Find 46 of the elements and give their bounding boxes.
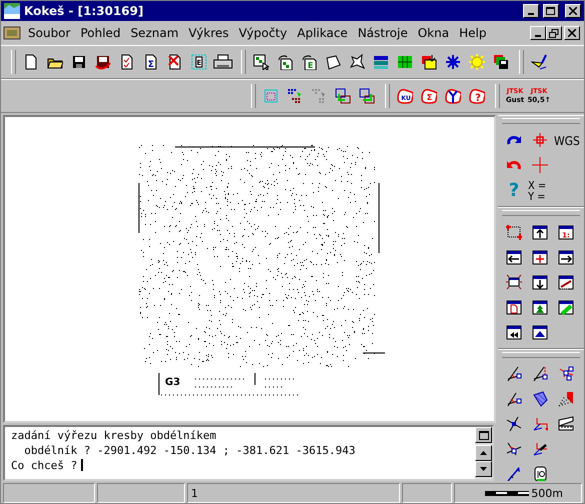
menu-item[interactable]: Výpočty	[234, 26, 292, 40]
y-coordinate-label: Y =	[528, 190, 546, 202]
menu-item[interactable]: Nástroje	[352, 26, 413, 40]
drawing-canvas[interactable]: G3	[3, 115, 496, 423]
toolbar-handle[interactable]	[385, 84, 390, 108]
maximize-icon	[546, 6, 556, 16]
console-line: obdélník ? -2901.492 -150.134 ; -381.621 -3615.943	[23, 443, 356, 458]
close-icon	[569, 7, 577, 15]
window-title: Kokeš - [1:30169]	[24, 4, 144, 18]
toolbar-handle[interactable]	[241, 50, 246, 74]
up-arrow-icon	[480, 451, 487, 455]
maximize-icon	[478, 430, 488, 440]
close-button[interactable]	[564, 26, 580, 40]
menu-item[interactable]: Help	[454, 26, 492, 40]
menu-item[interactable]: Okna	[412, 26, 454, 40]
restore-icon	[549, 28, 559, 38]
command-console[interactable]: zadání výřezu kresby obdélníkem obdélník ? -2901.492 -150.134 ; -381.621 -3615.943 Co chceš ?	[3, 425, 494, 481]
toolbar-handle[interactable]	[11, 50, 16, 74]
menu-item[interactable]: Seznam	[126, 26, 184, 40]
command-prompt: Co chceš ?	[11, 459, 78, 472]
minimize-button[interactable]	[523, 4, 539, 18]
scroll-down-button[interactable]	[475, 461, 492, 477]
menu-item[interactable]: Soubor	[23, 26, 76, 40]
scroll-up-button[interactable]	[475, 445, 492, 461]
document-window-icon[interactable]	[3, 25, 21, 41]
coordinate-system-label: WGS	[554, 134, 580, 146]
toolbar-handle[interactable]	[251, 84, 256, 108]
scale-label: 500m	[531, 486, 563, 500]
menu-item[interactable]: Aplikace	[292, 26, 353, 40]
restore-button[interactable]	[546, 26, 562, 40]
maximize-button[interactable]	[475, 427, 492, 443]
menu-item[interactable]: Pohled	[75, 26, 126, 40]
page-number: 1	[191, 486, 198, 500]
console-line: zadání výřezu kresby obdélníkem	[11, 428, 218, 443]
text-cursor	[81, 459, 84, 471]
minimize-button[interactable]	[530, 26, 546, 40]
scale-bar-icon	[485, 490, 530, 496]
close-icon	[568, 29, 576, 37]
down-arrow-icon	[480, 467, 487, 471]
toolbar-handle[interactable]	[495, 84, 500, 108]
app-icon	[4, 3, 20, 19]
toolbar-handle[interactable]	[519, 50, 524, 74]
maximize-button[interactable]	[543, 4, 559, 18]
x-coordinate-label: X =	[528, 180, 548, 190]
close-button[interactable]	[565, 4, 581, 18]
menu-item[interactable]: Výkres	[184, 26, 234, 40]
